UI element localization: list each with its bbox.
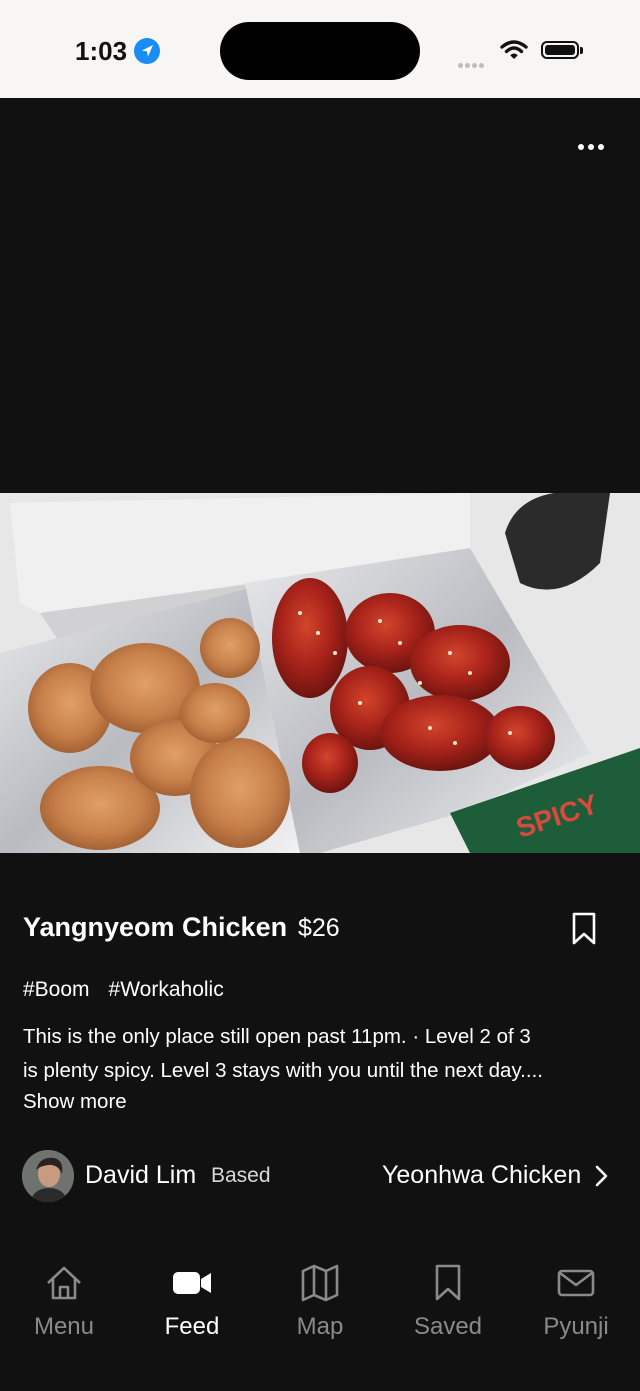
- description-line: is plenty spicy. Level 3 stays with you …: [23, 1059, 543, 1082]
- description-line: This is the only place still open past 1…: [23, 1025, 531, 1048]
- cellular-signal-icon: [458, 55, 486, 73]
- tab-map[interactable]: Map: [256, 1255, 384, 1341]
- tab-label: Map: [296, 1313, 344, 1340]
- hashtag[interactable]: #Workaholic: [109, 978, 224, 1002]
- hashtag[interactable]: #Boom: [23, 978, 90, 1002]
- mail-icon: [512, 1255, 640, 1311]
- dish-price: $26: [298, 914, 340, 942]
- tab-menu[interactable]: Menu: [0, 1255, 128, 1341]
- wifi-icon: [500, 39, 528, 66]
- tab-label: Pyunji: [543, 1313, 609, 1340]
- avatar[interactable]: [22, 1150, 74, 1202]
- dish-title: Yangnyeom Chicken: [23, 912, 288, 942]
- chevron-right-icon[interactable]: [594, 1163, 610, 1194]
- tab-bar: Menu Feed Map Saved Pyunji: [0, 1255, 640, 1391]
- food-photo[interactable]: SPICY: [0, 493, 640, 853]
- restaurant-link[interactable]: Yeonhwa Chicken: [382, 1161, 581, 1190]
- tab-label: Saved: [413, 1313, 483, 1340]
- show-more-link[interactable]: Show more: [23, 1090, 127, 1114]
- bookmark-button[interactable]: [570, 912, 598, 951]
- hashtag-list: #Boom #Workaholic: [23, 978, 224, 1002]
- tab-pyunji[interactable]: Pyunji: [512, 1255, 640, 1341]
- post-description: This is the only place still open past 1…: [23, 1020, 623, 1088]
- bookmark-icon: [572, 912, 596, 945]
- author-name[interactable]: David Lim: [85, 1161, 196, 1190]
- tab-label: Menu: [33, 1313, 95, 1340]
- tab-label: Feed: [164, 1313, 220, 1340]
- author-badge: Based: [211, 1164, 271, 1187]
- more-options-icon[interactable]: [578, 140, 608, 154]
- battery-tip: [580, 47, 583, 54]
- bookmark-icon: [384, 1255, 512, 1311]
- battery-icon: [541, 41, 579, 59]
- tab-feed[interactable]: Feed: [128, 1255, 256, 1341]
- home-icon: [0, 1255, 128, 1311]
- tab-saved[interactable]: Saved: [384, 1255, 512, 1341]
- map-icon: [256, 1255, 384, 1311]
- status-time: 1:03: [75, 36, 128, 66]
- status-bar: 1:03: [0, 0, 640, 98]
- location-arrow-icon: [134, 38, 160, 64]
- dynamic-island: [220, 22, 420, 80]
- video-icon: [128, 1255, 256, 1311]
